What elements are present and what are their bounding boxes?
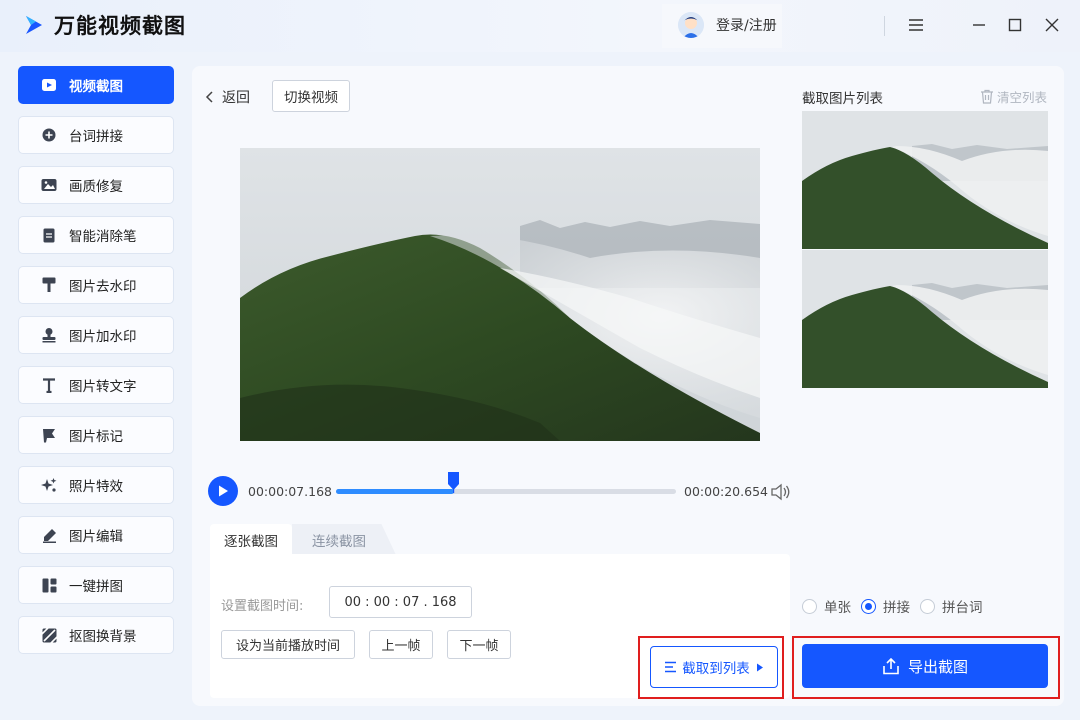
- flag-icon: [41, 427, 57, 443]
- paint-roller-icon: [41, 277, 57, 293]
- total-time: 00:00:20.654: [684, 484, 768, 499]
- sidebar-item-label: 图片转文字: [69, 379, 137, 395]
- caret-right-icon: [756, 663, 763, 671]
- radio-label: 拼接: [883, 600, 910, 616]
- capture-to-list-label: 截取到列表: [682, 661, 750, 677]
- pen-icon: [41, 527, 57, 543]
- captured-thumbnail[interactable]: [802, 111, 1048, 249]
- avatar-icon: [678, 12, 704, 38]
- volume-icon[interactable]: [770, 482, 792, 502]
- maximize-button[interactable]: [1004, 14, 1026, 36]
- sidebar-item-label: 抠图换背景: [69, 629, 137, 645]
- capture-time-label: 设置截图时间:: [221, 599, 304, 614]
- text-t-icon: [41, 377, 57, 393]
- play-button[interactable]: [208, 476, 238, 506]
- prev-frame-button[interactable]: 上一帧: [369, 630, 433, 659]
- collage-icon: [41, 577, 57, 593]
- sidebar-item-label: 画质修复: [69, 179, 123, 195]
- sidebar-item-image-mark[interactable]: 图片标记: [18, 416, 174, 454]
- sidebar-item-label: 照片特效: [69, 479, 123, 495]
- stamp-icon: [41, 327, 57, 343]
- current-time: 00:00:07.168: [248, 484, 332, 499]
- sidebar-item-cutout-background[interactable]: 抠图换背景: [18, 616, 174, 654]
- radio-dot: [920, 598, 935, 614]
- sidebar-item-label: 图片加水印: [69, 329, 137, 345]
- radio-dot: [802, 598, 817, 614]
- sidebar-item-smart-eraser[interactable]: 智能消除笔: [18, 216, 174, 254]
- maximize-icon: [1008, 18, 1022, 32]
- close-button[interactable]: [1041, 14, 1063, 36]
- mountain-scene-image: [240, 148, 760, 441]
- image-icon: [41, 177, 57, 193]
- sidebar-item-label: 智能消除笔: [69, 229, 137, 245]
- sidebar-item-image-edit[interactable]: 图片编辑: [18, 516, 174, 554]
- radio-stitch[interactable]: 拼接: [861, 596, 910, 616]
- radio-single[interactable]: 单张: [802, 596, 851, 616]
- tab-continuous-capture[interactable]: 连续截图: [292, 524, 396, 555]
- radio-stitch-subtitles[interactable]: 拼台词: [920, 596, 983, 616]
- stripes-icon: [41, 627, 57, 643]
- avatar[interactable]: [678, 12, 704, 38]
- sparkle-icon: [41, 477, 57, 493]
- switch-video-button[interactable]: 切换视频: [272, 80, 350, 112]
- close-icon: [1045, 18, 1059, 32]
- capture-time-input[interactable]: 00 : 00 : 07 . 168: [329, 586, 472, 618]
- trash-icon: [981, 89, 993, 104]
- sidebar-item-label: 图片去水印: [69, 279, 137, 295]
- radio-label: 单张: [824, 600, 851, 616]
- minimize-button[interactable]: [968, 14, 990, 36]
- sidebar-item-video-screenshot[interactable]: 视频截图: [18, 66, 174, 104]
- login-register-link[interactable]: 登录/注册: [716, 15, 777, 35]
- video-preview[interactable]: [240, 148, 760, 441]
- capture-to-list-button[interactable]: 截取到列表: [650, 646, 778, 688]
- minimize-icon: [973, 24, 985, 26]
- image-list-title: 截取图片列表: [802, 91, 883, 107]
- radio-label: 拼台词: [942, 600, 983, 616]
- captured-thumbnail[interactable]: [802, 250, 1048, 388]
- sidebar-item-remove-watermark[interactable]: 图片去水印: [18, 266, 174, 304]
- app-title: 万能视频截图: [54, 14, 186, 38]
- sidebar-item-label: 一键拼图: [69, 579, 123, 595]
- export-screenshot-button[interactable]: 导出截图: [802, 644, 1048, 688]
- menu-icon: [909, 19, 923, 31]
- next-frame-button[interactable]: 下一帧: [447, 630, 511, 659]
- menu-button[interactable]: [905, 14, 927, 36]
- app-logo-icon: [26, 16, 42, 34]
- sidebar-item-one-click-collage[interactable]: 一键拼图: [18, 566, 174, 604]
- sidebar-item-quality-repair[interactable]: 画质修复: [18, 166, 174, 204]
- back-button[interactable]: 返回: [204, 86, 250, 108]
- play-icon: [219, 485, 228, 497]
- sidebar-item-label: 图片标记: [69, 429, 123, 445]
- sidebar-item-label: 图片编辑: [69, 529, 123, 545]
- sidebar-item-subtitle-stitch[interactable]: 台词拼接: [18, 116, 174, 154]
- thumbnail-image: [802, 250, 1048, 388]
- sidebar-item-photo-effects[interactable]: 照片特效: [18, 466, 174, 504]
- tab-single-capture[interactable]: 逐张截图: [210, 524, 292, 555]
- set-current-time-button[interactable]: 设为当前播放时间: [221, 630, 355, 659]
- export-label: 导出截图: [907, 657, 968, 676]
- titlebar-divider: [884, 16, 885, 36]
- list-icon: [665, 661, 677, 673]
- video-screenshot-icon: [41, 77, 57, 93]
- back-label: 返回: [222, 90, 250, 106]
- thumbnail-image: [802, 111, 1048, 249]
- share-upload-icon: [883, 657, 899, 674]
- chevron-left-icon: [205, 91, 213, 103]
- clear-list-label: 清空列表: [997, 90, 1048, 105]
- sidebar-item-image-to-text[interactable]: 图片转文字: [18, 366, 174, 404]
- sidebar-item-label: 台词拼接: [69, 129, 123, 145]
- clear-list-button[interactable]: 清空列表: [980, 87, 1047, 106]
- document-icon: [41, 227, 57, 243]
- sidebar-item-label: 视频截图: [69, 79, 123, 95]
- sidebar-item-add-watermark[interactable]: 图片加水印: [18, 316, 174, 354]
- progress-handle[interactable]: [447, 471, 460, 493]
- export-mode-group: 单张 拼接 拼台词: [802, 596, 993, 616]
- plus-circle-icon: [41, 127, 57, 143]
- progress-fill: [336, 489, 454, 494]
- radio-dot-selected: [861, 598, 876, 614]
